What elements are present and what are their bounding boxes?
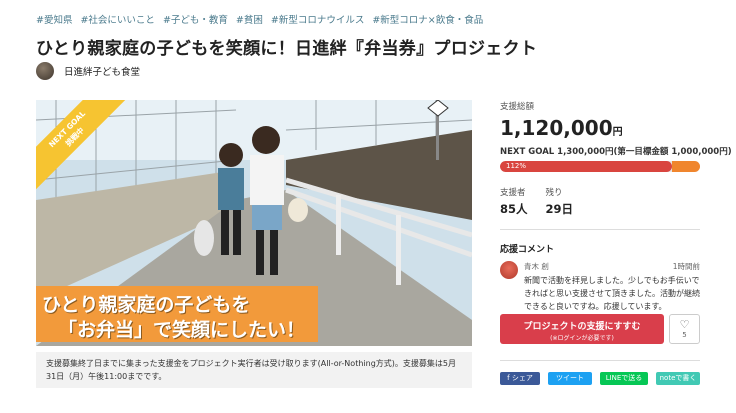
comment-body: 青木 創 1時間前 新聞で活動を拝見しました。少しでもお手伝いできればと思い支援… — [524, 261, 700, 313]
comment-time: 1時間前 — [672, 262, 700, 271]
comments-heading: 応援コメント — [500, 245, 555, 255]
heart-icon: ♡ — [679, 318, 690, 331]
remaining-label: 残り — [545, 188, 563, 198]
support-button[interactable]: プロジェクトの支援にすすむ (※ログインが必要です) — [500, 314, 664, 344]
tag-link[interactable]: #貧困 — [236, 12, 263, 26]
share-twitter-button[interactable]: ツイート — [548, 372, 592, 385]
share-line-button[interactable]: LINEで送る — [600, 372, 648, 385]
owner-name[interactable]: 日進絆子ども食堂 — [64, 64, 140, 78]
tag-link[interactable]: #愛知県 — [36, 12, 72, 26]
project-owner[interactable]: 日進絆子ども食堂 — [36, 62, 140, 80]
next-goal-text: NEXT GOAL 1,300,000円(第一目標金額 1,000,000円) — [500, 147, 732, 157]
banner-text-line1: ひとり親家庭の子どもを — [42, 294, 251, 316]
project-title: ひとり親家庭の子どもを笑顔に！日進絆『弁当券』プロジェクト — [36, 39, 538, 59]
tag-link[interactable]: #社会にいいこと — [80, 12, 154, 26]
share-facebook-button[interactable]: f シェア — [500, 372, 540, 385]
like-count: 5 — [682, 331, 687, 339]
share-note-button[interactable]: noteで書く — [656, 372, 700, 385]
funding-notice: 支援募集終了日までに集まった支援金をプロジェクト実行者は受け取ります(All-o… — [36, 352, 472, 388]
total-label: 支援総額 — [500, 102, 535, 112]
progress-bar: 112% — [500, 161, 700, 172]
owner-avatar — [36, 62, 54, 80]
progress-next-goal — [672, 161, 700, 172]
support-button-sub: (※ログインが必要です) — [550, 335, 614, 342]
commenter-avatar — [500, 261, 518, 279]
divider — [500, 360, 700, 361]
support-button-label: プロジェクトの支援にすすむ — [523, 322, 641, 332]
tag-link[interactable]: #新型コロナウイルス — [271, 12, 364, 26]
remaining-stat: 残り 29日 — [546, 186, 574, 217]
funding-sidebar: 支援総額 1,120,000円 NEXT GOAL 1,300,000円(第一目… — [500, 100, 732, 313]
divider — [500, 229, 700, 230]
total-amount-value: 1,120,000 — [500, 116, 613, 140]
remaining-value: 29日 — [545, 202, 574, 216]
progress-percent: 112% — [506, 162, 527, 170]
banner-text-line2: 「お弁当」で笑顔にしたい！ — [58, 319, 306, 341]
like-button[interactable]: ♡ 5 — [669, 314, 700, 344]
supporters-value: 85人 — [500, 202, 528, 216]
comment-header: 青木 創 1時間前 — [524, 261, 700, 272]
stats-row: 支援者 85人 残り 29日 — [500, 186, 700, 217]
supporters-label: 支援者 — [500, 188, 526, 198]
hero-image: NEXT GOAL 挑戦中 ひとり親家庭の子どもを 「お弁当」で笑顔にしたい！ — [36, 100, 472, 346]
supporters-stat: 支援者 85人 — [500, 186, 528, 217]
tag-link[interactable]: #新型コロナ×飲食・食品 — [372, 12, 483, 26]
comment-author[interactable]: 青木 創 — [524, 261, 549, 272]
comment-item: 青木 創 1時間前 新聞で活動を拝見しました。少しでもお手伝いできればと思い支援… — [500, 261, 700, 313]
total-amount-unit: 円 — [612, 127, 623, 138]
comment-text: 新聞で活動を拝見しました。少しでもお手伝いできればと思い支援させて頂きました。活… — [524, 276, 700, 311]
tag-list: #愛知県 #社会にいいこと #子ども・教育 #貧困 #新型コロナウイルス #新型… — [36, 12, 483, 26]
total-amount: 1,120,000円 — [500, 116, 700, 140]
tag-link[interactable]: #子ども・教育 — [163, 12, 228, 26]
